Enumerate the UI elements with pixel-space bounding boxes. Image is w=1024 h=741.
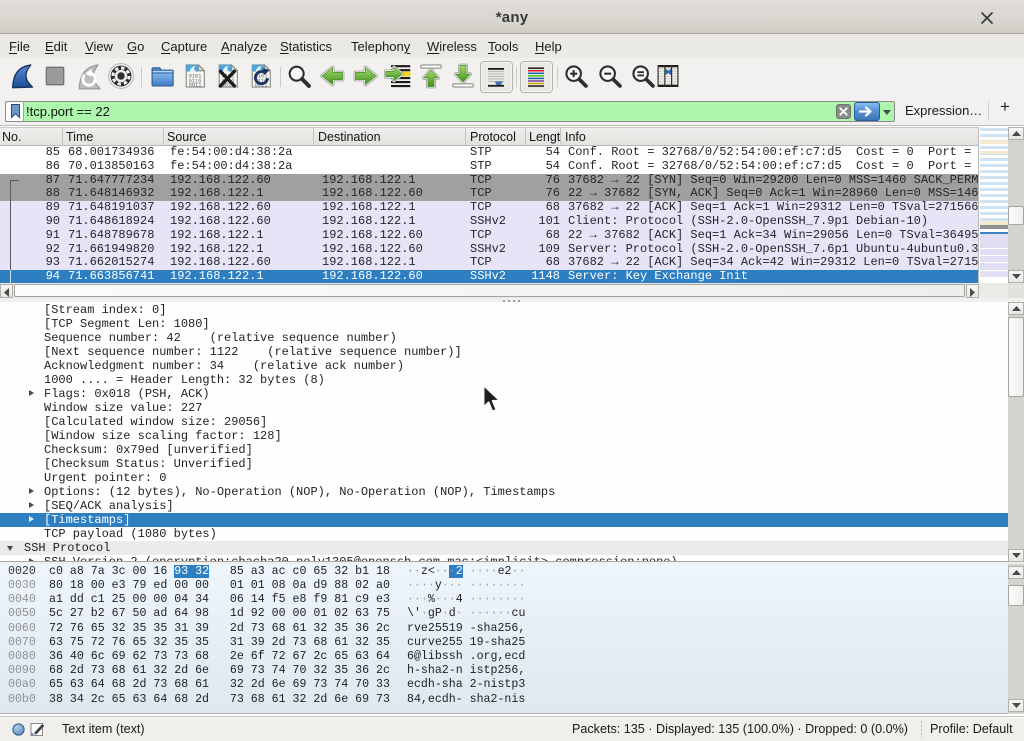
svg-text:0011: 0011: [189, 83, 202, 89]
